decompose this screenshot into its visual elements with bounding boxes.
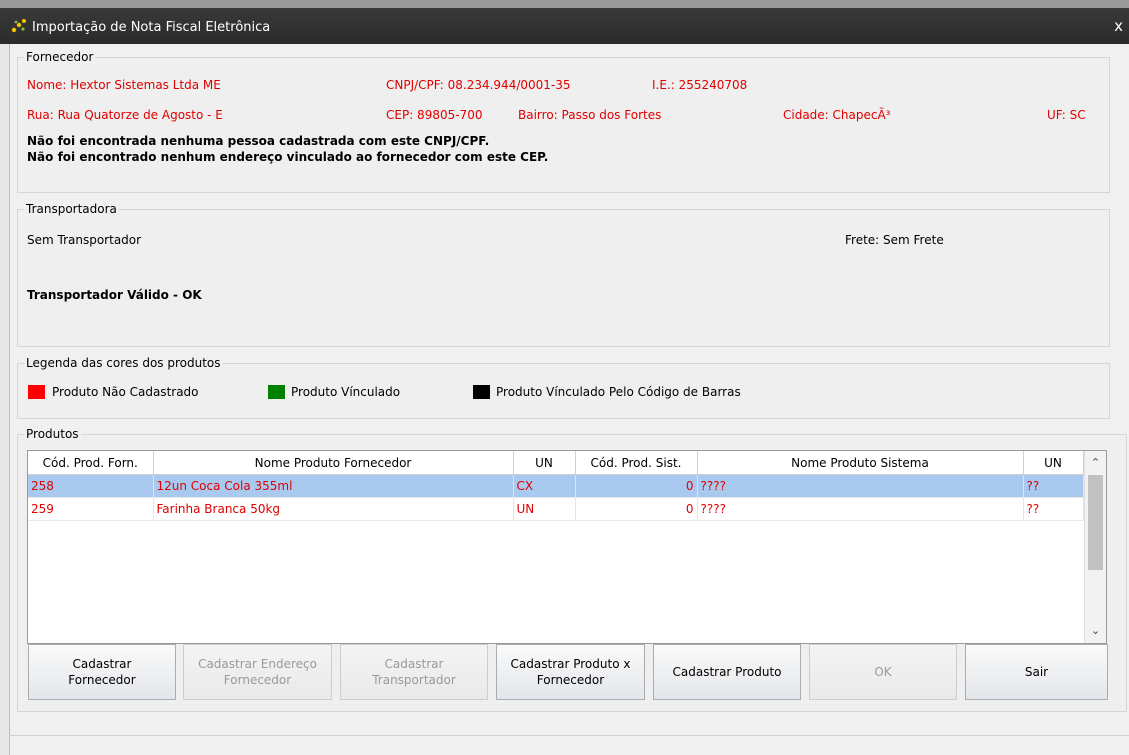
cell-un-sist: ??	[1023, 474, 1084, 498]
fornecedor-rua: Rua: Rua Quatorze de Agosto - E	[27, 108, 223, 122]
cell-nome-forn: 12un Coca Cola 355ml	[153, 474, 514, 498]
fornecedor-bairro: Bairro: Passo dos Fortes	[518, 108, 662, 122]
window-edge	[0, 44, 10, 755]
column-header-cod-forn[interactable]: Cód. Prod. Forn.	[28, 451, 154, 475]
cell-nome-forn: Farinha Branca 50kg	[153, 497, 514, 521]
cell-un-forn: CX	[513, 474, 576, 498]
ok-button[interactable]: OK	[809, 644, 957, 700]
cell-nome-sist: ????	[697, 474, 1024, 498]
fornecedor-cep: CEP: 89805-700	[386, 108, 483, 122]
cadastrar-endereco-fornecedor-button[interactable]: Cadastrar Endereço Fornecedor	[183, 644, 332, 700]
status-divider	[9, 735, 1129, 736]
column-header-cod-sist[interactable]: Cód. Prod. Sist.	[575, 451, 698, 475]
cadastrar-produto-fornecedor-button[interactable]: Cadastrar Produto x Fornecedor	[496, 644, 645, 700]
legend-label-vinculado: Produto Vínculado	[291, 385, 401, 399]
column-header-un-sist[interactable]: UN	[1023, 451, 1084, 475]
cadastrar-fornecedor-button[interactable]: Cadastrar Fornecedor	[28, 644, 176, 700]
cell-cod-sist: 0	[575, 497, 698, 521]
chevron-down-icon[interactable]: ⌄	[1085, 621, 1106, 641]
cell-cod-forn: 259	[28, 497, 154, 521]
fornecedor-ie: I.E.: 255240708	[652, 78, 748, 92]
legend-swatch-nao-cadastrado	[28, 385, 45, 399]
cell-cod-sist: 0	[575, 474, 698, 498]
window-title: Importação de Nota Fiscal Eletrônica	[32, 20, 271, 35]
fornecedor-cidade: Cidade: ChapecÃ³	[783, 108, 891, 122]
transportadora-frete: Frete: Sem Frete	[845, 233, 944, 247]
fornecedor-uf: UF: SC	[1047, 108, 1086, 122]
cell-cod-forn: 258	[28, 474, 154, 498]
produtos-table[interactable]: Cód. Prod. Forn. Nome Produto Fornecedor…	[27, 450, 1107, 644]
cell-un-sist: ??	[1023, 497, 1084, 521]
legend-swatch-vinculado	[268, 385, 285, 399]
fornecedor-nome: Nome: Hextor Sistemas Ltda ME	[27, 78, 221, 92]
transportadora-nome: Sem Transportador	[27, 233, 142, 247]
table-header-row: Cód. Prod. Forn. Nome Produto Fornecedor…	[28, 451, 1084, 475]
legend-label-codigo-barras: Produto Vínculado Pelo Código de Barras	[496, 385, 741, 399]
table-row[interactable]: 258 12un Coca Cola 355ml CX 0 ???? ??	[28, 474, 1084, 498]
column-header-un-forn[interactable]: UN	[513, 451, 576, 475]
sair-button[interactable]: Sair	[965, 644, 1108, 700]
fornecedor-msg-cep: Não foi encontrado nenhum endereço vincu…	[27, 150, 549, 164]
app-icon	[11, 19, 26, 33]
legenda-group-title: Legenda das cores dos produtos	[24, 356, 223, 370]
title-bar: Importação de Nota Fiscal Eletrônica x	[0, 0, 1129, 44]
produtos-group-title: Produtos	[24, 427, 81, 441]
scrollbar-thumb[interactable]	[1088, 475, 1103, 570]
legend-label-nao-cadastrado: Produto Não Cadastrado	[52, 385, 199, 399]
cell-nome-sist: ????	[697, 497, 1024, 521]
fornecedor-msg-cnpj: Não foi encontrada nenhuma pessoa cadast…	[27, 134, 490, 148]
close-icon[interactable]: x	[1114, 17, 1123, 35]
chevron-up-icon[interactable]: ⌃	[1085, 453, 1106, 473]
fornecedor-group-title: Fornecedor	[24, 50, 96, 64]
transportadora-status: Transportador Válido - OK	[27, 288, 202, 302]
cadastrar-produto-button[interactable]: Cadastrar Produto	[653, 644, 801, 700]
column-header-nome-forn[interactable]: Nome Produto Fornecedor	[153, 451, 514, 475]
background-strip	[0, 0, 1129, 8]
column-header-nome-sist[interactable]: Nome Produto Sistema	[697, 451, 1024, 475]
vertical-scrollbar[interactable]: ⌃ ⌄	[1084, 451, 1106, 643]
transportadora-group	[17, 209, 1110, 347]
cell-un-forn: UN	[513, 497, 576, 521]
transportadora-group-title: Transportadora	[24, 202, 119, 216]
legend-swatch-codigo-barras	[473, 385, 490, 399]
fornecedor-cnpj: CNPJ/CPF: 08.234.944/0001-35	[386, 78, 571, 92]
table-row[interactable]: 259 Farinha Branca 50kg UN 0 ???? ??	[28, 497, 1084, 521]
cadastrar-transportador-button[interactable]: Cadastrar Transportador	[340, 644, 488, 700]
